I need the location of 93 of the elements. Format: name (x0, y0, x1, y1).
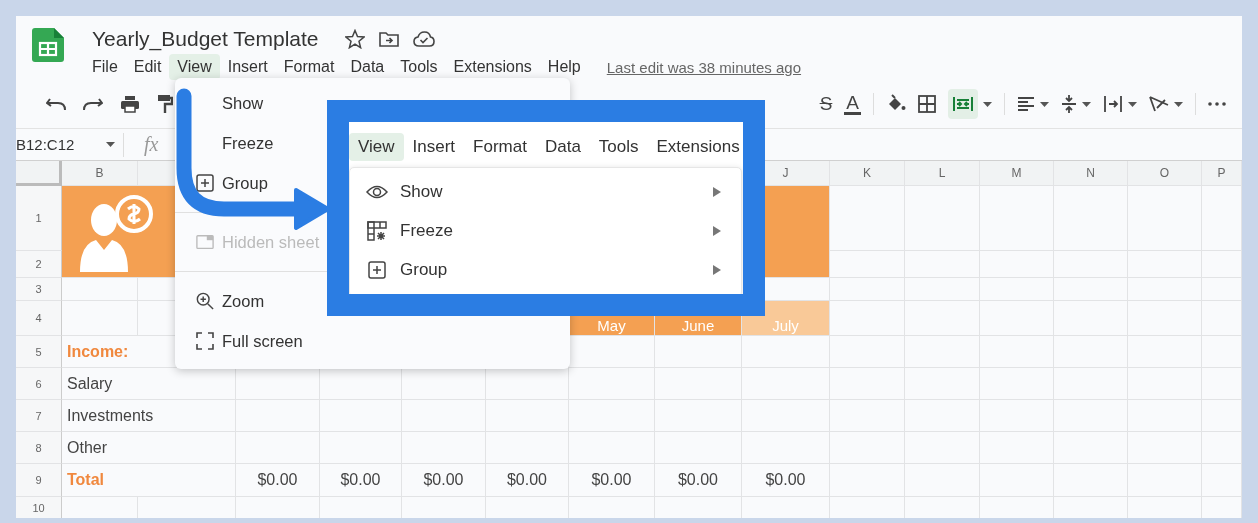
text-wrap-icon[interactable] (1103, 95, 1123, 113)
menu-item[interactable]: Format (464, 133, 536, 161)
column-header: B (62, 161, 138, 186)
table-cell: Investments (62, 400, 236, 432)
menu-item[interactable]: Help (539, 54, 589, 80)
row-number: 6 (16, 368, 62, 400)
row-number: 4 (16, 301, 62, 336)
table-cell (1202, 251, 1242, 278)
group-icon[interactable] (196, 174, 214, 192)
column-header: P (1202, 161, 1242, 186)
star-icon[interactable] (344, 28, 365, 49)
borders-icon[interactable] (918, 95, 936, 113)
caret-icon[interactable] (1040, 101, 1049, 107)
caret-icon[interactable] (1082, 101, 1091, 107)
menu-item[interactable]: Format (275, 54, 343, 80)
menu-item[interactable]: Data (342, 54, 393, 80)
column-header: O (1128, 161, 1202, 186)
row-number: 7 (16, 400, 62, 432)
merge-cells-button[interactable] (948, 89, 978, 119)
row-number: 1 (16, 186, 62, 251)
row-number: 8 (16, 432, 62, 464)
print-icon[interactable] (120, 95, 140, 113)
redo-icon[interactable] (83, 97, 103, 111)
menu-item[interactable]: File (84, 54, 126, 80)
menu-item[interactable]: Data (535, 133, 590, 161)
name-box[interactable]: B12:C12 (16, 132, 124, 157)
menu-item[interactable]: Freeze (196, 125, 274, 161)
menu-item[interactable]: Extensions (647, 133, 743, 161)
row-number: 2 (16, 251, 62, 278)
column-header: N (1054, 161, 1128, 186)
align-left-icon[interactable] (1017, 96, 1035, 112)
table-cell: $0.00 (402, 464, 486, 497)
table-cell (1202, 432, 1242, 464)
folder-icon[interactable] (378, 30, 399, 47)
caret-icon[interactable] (1174, 101, 1183, 107)
menu-item[interactable]: Group (350, 250, 741, 289)
freeze-icon[interactable] (367, 220, 387, 241)
column-header: K (830, 161, 905, 186)
table-cell (1202, 464, 1242, 497)
menu-item[interactable]: Insert (403, 133, 465, 161)
menu-item[interactable]: View (169, 54, 220, 80)
zoom-icon[interactable] (196, 291, 214, 311)
menu-item[interactable]: Tools (392, 54, 446, 80)
menu-item[interactable]: Group (196, 165, 268, 201)
corner-cell[interactable] (16, 161, 62, 186)
last-edit-link[interactable]: Last edit was 38 minutes ago (606, 58, 802, 76)
menu-item[interactable]: Zoom (196, 283, 265, 319)
table-cell (1202, 368, 1242, 400)
menu-item[interactable]: Freeze (350, 211, 741, 250)
more-icon[interactable] (1208, 102, 1226, 106)
text-color-button[interactable]: A (844, 93, 861, 115)
caret-icon[interactable] (106, 142, 115, 147)
menu-item[interactable]: Edit (125, 54, 170, 80)
table-cell (1202, 278, 1242, 301)
paint-format-icon[interactable] (157, 94, 173, 114)
table-cell: $0.00 (236, 464, 320, 497)
document-title[interactable]: Yearly_Budget Template (92, 26, 319, 51)
table-cell: Other (62, 432, 236, 464)
table-cell: $0.00 (569, 464, 655, 497)
spreadsheet-logo[interactable] (32, 28, 64, 62)
menu-item[interactable]: Show (196, 85, 264, 121)
caret-icon[interactable] (983, 101, 992, 107)
column-header: M (980, 161, 1054, 186)
table-cell: $0.00 (486, 464, 569, 497)
group-icon[interactable] (368, 260, 386, 279)
table-cell: Total (62, 464, 236, 497)
menu-item[interactable]: View (349, 133, 404, 161)
table-cell (1202, 336, 1242, 368)
menu-item[interactable]: Show (350, 172, 741, 211)
undo-icon[interactable] (46, 97, 66, 111)
full-screen-icon[interactable] (196, 332, 214, 350)
table-cell: $0.00 (320, 464, 402, 497)
merge-cells-icon (953, 96, 973, 112)
caret-icon[interactable] (1128, 101, 1137, 107)
row-number: 9 (16, 464, 62, 497)
strikethrough-button[interactable]: S (819, 93, 833, 115)
table-cell (1202, 400, 1242, 432)
row-number: 3 (16, 278, 62, 301)
eye-icon[interactable] (366, 184, 388, 199)
vertical-align-icon[interactable] (1061, 94, 1077, 114)
table-cell: $0.00 (655, 464, 742, 497)
row-number: 5 (16, 336, 62, 368)
table-cell (1202, 301, 1242, 336)
table-cell: $0.00 (742, 464, 830, 497)
row-number: 10 (16, 497, 62, 518)
cloud-check-icon[interactable] (412, 30, 435, 47)
text-rotation-icon[interactable] (1149, 95, 1169, 113)
column-header: L (905, 161, 980, 186)
menu-item[interactable]: Extensions (445, 54, 540, 80)
menu-item[interactable]: Insert (219, 54, 276, 80)
table-cell (1202, 186, 1242, 251)
menu-item[interactable]: Tools (589, 133, 648, 161)
function-label: fx (144, 133, 159, 156)
